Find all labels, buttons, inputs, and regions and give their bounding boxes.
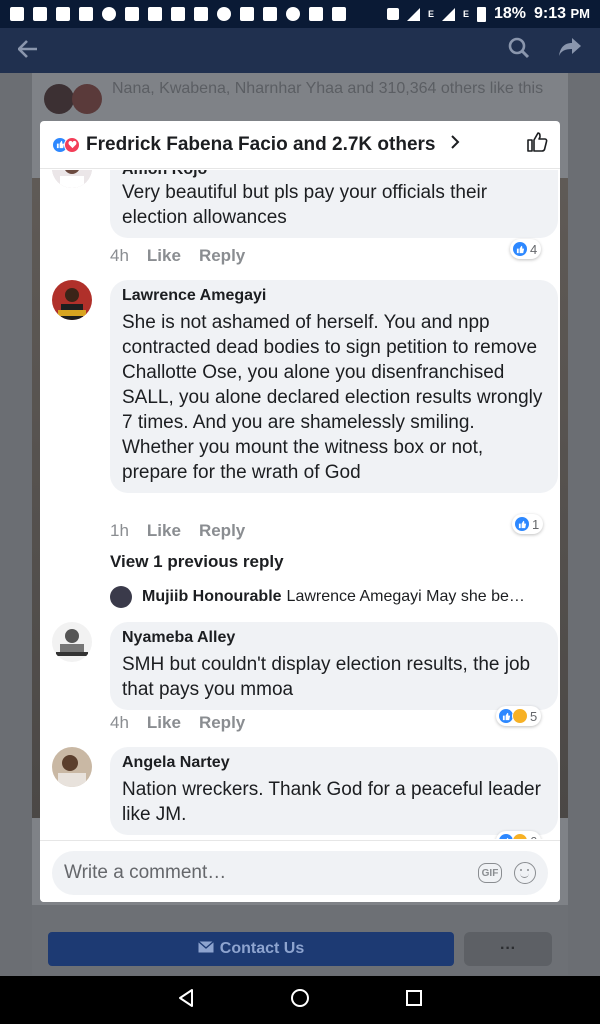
facebook-icon — [240, 7, 254, 21]
share-icon[interactable] — [558, 37, 582, 65]
avatar[interactable] — [52, 280, 92, 320]
comment-bubble: Lawrence Amegayi She is not ashamed of h… — [110, 280, 558, 493]
nav-back-icon[interactable] — [177, 988, 195, 1013]
nav-recents-icon[interactable] — [405, 989, 423, 1012]
avatar[interactable] — [52, 747, 92, 787]
notification-icons — [10, 7, 346, 21]
comment-bubble: Nyameba Alley SMH but couldn't display e… — [110, 622, 558, 710]
avatar[interactable] — [52, 622, 92, 662]
comment-author[interactable]: Amon Kojo — [122, 170, 546, 180]
facebook-icon — [79, 7, 93, 21]
comment-actions: 4h Like Reply — [110, 713, 245, 733]
like-button[interactable]: Like — [147, 521, 181, 541]
reactions-summary[interactable]: Fredrick Fabena Facio and 2.7K others — [86, 134, 436, 156]
signal-icon — [406, 7, 420, 21]
haha-reaction-icon — [512, 833, 528, 839]
comment-author[interactable]: Angela Nartey — [122, 753, 546, 773]
vibrate-icon — [386, 8, 399, 20]
comment-author[interactable]: Nyameba Alley — [122, 628, 546, 648]
comment-time: 4h — [110, 713, 129, 732]
like-reaction-icon — [514, 516, 530, 532]
app-icon — [33, 7, 47, 21]
comment-reactions[interactable]: 6 — [496, 831, 542, 840]
search-icon[interactable] — [508, 37, 530, 65]
comment-input[interactable]: Write a comment… GIF — [52, 851, 548, 895]
back-arrow-icon[interactable] — [17, 38, 38, 64]
comments-modal: Fredrick Fabena Facio and 2.7K others Am… — [40, 121, 560, 902]
comment-time: 1h — [110, 521, 129, 540]
clock: 9:13 PM — [534, 5, 590, 22]
reaction-count: 1 — [532, 516, 540, 532]
battery-percent: 18% — [493, 5, 527, 22]
instagram-icon — [332, 7, 346, 21]
haha-reaction-icon — [512, 708, 528, 724]
facebook-icon — [148, 7, 162, 21]
reactions-header[interactable]: Fredrick Fabena Facio and 2.7K others — [40, 121, 560, 169]
comment-bubble: Amon Kojo Very beautiful but pls pay you… — [110, 170, 558, 238]
app-header — [0, 28, 600, 73]
network-type: E — [427, 9, 434, 19]
reaction-icons — [52, 136, 80, 153]
emoji-icon[interactable] — [514, 862, 536, 884]
avatar[interactable] — [52, 170, 92, 188]
contact-us-button[interactable]: Contact Us — [48, 932, 454, 966]
nav-home-icon[interactable] — [290, 988, 310, 1013]
comment-text: Nation wreckers. Thank God for a peacefu… — [122, 779, 541, 825]
reaction-count: 4 — [530, 241, 538, 257]
view-previous-replies-link[interactable]: View 1 previous reply — [110, 552, 284, 572]
network-type: E — [462, 9, 469, 19]
avatar — [72, 84, 102, 114]
signal-icon — [441, 7, 455, 21]
reaction-count: 6 — [530, 834, 537, 840]
battery-icon — [476, 6, 486, 22]
comment-actions: 1h Like Reply — [110, 521, 245, 541]
like-button[interactable]: Like — [147, 246, 181, 266]
comment-text: She is not ashamed of herself. You and n… — [122, 312, 543, 483]
chrome-icon — [217, 7, 231, 21]
gif-icon[interactable]: GIF — [478, 863, 502, 883]
love-reaction-icon — [64, 136, 80, 153]
messenger-icon — [10, 7, 24, 21]
comment-placeholder: Write a comment… — [64, 862, 227, 883]
comment-author[interactable]: Lawrence Amegayi — [122, 286, 546, 306]
thumbs-up-icon[interactable] — [526, 131, 548, 158]
reply-button[interactable]: Reply — [199, 521, 245, 541]
avatar — [44, 84, 74, 114]
comment-bubble: Angela Nartey Nation wreckers. Thank God… — [110, 747, 558, 835]
system-nav-bar — [0, 976, 600, 1024]
comment-text: Very beautiful but pls pay your official… — [122, 182, 488, 228]
comment-composer: Write a comment… GIF — [40, 840, 560, 902]
chrome-icon — [102, 7, 116, 21]
gallery-icon — [309, 7, 323, 21]
status-bar: E E 18% 9:13 PM — [0, 0, 600, 28]
reaction-count: 5 — [530, 708, 538, 724]
whatsapp-icon — [286, 7, 300, 21]
reply-button[interactable]: Reply — [199, 713, 245, 733]
app-icon — [56, 7, 70, 21]
reply-preview[interactable]: Mujiib Honourable Lawrence Amegayi May s… — [110, 586, 550, 608]
comment-list[interactable]: Amon Kojo Very beautiful but pls pay you… — [40, 170, 560, 839]
like-reaction-icon — [512, 241, 528, 257]
chevron-right-icon[interactable] — [450, 134, 460, 155]
comment-reactions[interactable]: 5 — [496, 706, 542, 726]
reply-button[interactable]: Reply — [199, 246, 245, 266]
comment-actions: 4h Like Reply — [110, 246, 245, 266]
mail-icon — [197, 940, 214, 958]
facebook-icon — [125, 7, 139, 21]
background-likes-text: Nana, Kwabena, Nharnhar Yhaa and 310,364… — [112, 80, 544, 97]
skype-icon — [171, 7, 185, 21]
comment-time: 4h — [110, 246, 129, 265]
reply-author[interactable]: Mujiib Honourable — [142, 588, 282, 606]
like-button[interactable]: Like — [147, 713, 181, 733]
comment-reactions[interactable]: 1 — [512, 514, 544, 534]
reply-text: Lawrence Amegayi May she be… — [286, 588, 525, 605]
facebook-icon — [263, 7, 277, 21]
more-options-button[interactable]: ··· — [464, 932, 552, 966]
facebook-icon — [194, 7, 208, 21]
avatar — [110, 586, 132, 608]
comment-reactions[interactable]: 4 — [510, 239, 542, 259]
comment-text: SMH but couldn't display election result… — [122, 654, 531, 700]
